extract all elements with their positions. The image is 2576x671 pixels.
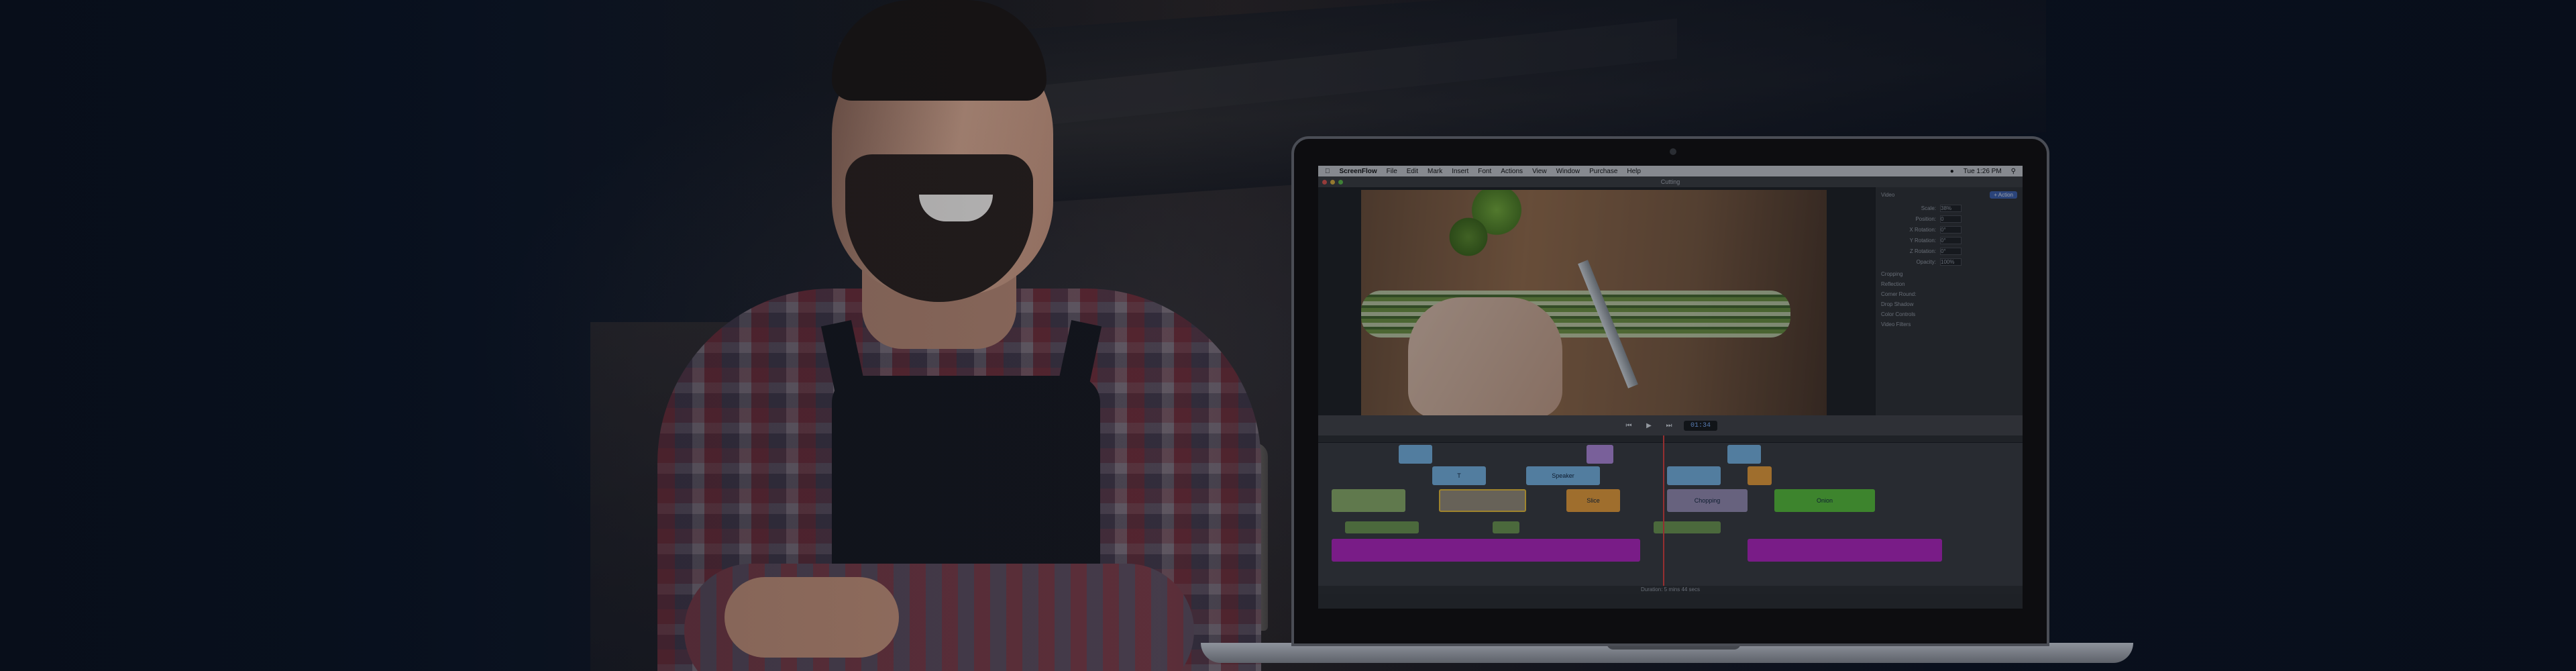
z-rotation-field[interactable]: 0° (1940, 247, 1962, 255)
inspector-panel: Video + Action Scale: 38% Position: 0 X Ro… (1875, 187, 2023, 415)
video-clip-selected[interactable] (1439, 489, 1526, 512)
row-x-rotation: X Rotation: 0° (1881, 224, 2017, 235)
timecode: 01:34 (1683, 420, 1717, 431)
app-menu[interactable]: ScreenFlow (1340, 168, 1377, 175)
track-3: Slice Chopping Onion (1332, 489, 2016, 512)
video-clip[interactable] (1332, 489, 1405, 512)
hand-on-onions (1408, 297, 1562, 418)
row-position: Position: 0 (1881, 213, 2017, 224)
z-rotation-label: Z Rotation: (1909, 248, 1936, 254)
row-scale: Scale: 38% (1881, 203, 2017, 213)
preview-canvas (1318, 187, 1875, 418)
row-y-rotation: Y Rotation: 0° (1881, 235, 2017, 246)
section-cropping[interactable]: Cropping (1881, 267, 2017, 277)
corner-round-label: Corner Round: (1881, 291, 1917, 297)
title-clip[interactable] (1667, 466, 1721, 485)
playhead[interactable] (1663, 435, 1664, 594)
menu-view[interactable]: View (1532, 168, 1547, 175)
menu-file[interactable]: File (1387, 168, 1397, 175)
menu-purchase[interactable]: Purchase (1589, 168, 1617, 175)
callout-clip[interactable] (1748, 466, 1772, 485)
document-title: Cutting (1660, 178, 1680, 185)
position-field[interactable]: 0 (1940, 215, 1962, 223)
menu-insert[interactable]: Insert (1452, 168, 1468, 175)
row-opacity: Opacity: 100% (1881, 256, 2017, 267)
video-filters-toggle[interactable]: Video Filters (1881, 317, 2017, 327)
menu-actions[interactable]: Actions (1501, 168, 1523, 175)
track-5 (1332, 539, 2016, 562)
menu-font[interactable]: Font (1478, 168, 1491, 175)
x-rotation-field[interactable]: 0° (1940, 225, 1962, 234)
slice-clip[interactable]: Slice (1566, 489, 1620, 512)
workspace: Video + Action Scale: 38% Position: 0 X Ro… (1318, 187, 2023, 418)
opacity-label: Opacity: (1916, 258, 1936, 265)
y-rotation-field[interactable]: 0° (1940, 236, 1962, 244)
inspector-header: Video + Action (1881, 191, 2017, 199)
position-label: Position: (1915, 215, 1936, 222)
audio-clip[interactable] (1345, 521, 1419, 533)
play-icon[interactable]: ▶ (1644, 421, 1654, 430)
video-frame[interactable] (1361, 190, 1827, 418)
transport-bar: ⏮ ▶ ⏭ 01:34 (1318, 415, 2023, 435)
chopping-clip[interactable]: Chopping (1667, 489, 1748, 512)
mac-menubar:  ScreenFlow File Edit Mark Insert Font … (1318, 166, 2023, 176)
clip[interactable] (1727, 445, 1761, 464)
laptop:  ScreenFlow File Edit Mark Insert Font … (1291, 136, 2049, 646)
duration-label: Duration: 5 mins 44 secs (1318, 586, 2023, 594)
camera-dot (1670, 148, 1676, 155)
title-clip[interactable]: T (1432, 466, 1486, 485)
wifi-icon[interactable]: ● (1950, 168, 1954, 175)
clip[interactable] (1587, 445, 1613, 464)
reflection-toggle[interactable]: Reflection (1881, 277, 2017, 287)
timeline[interactable]: T Speaker Slice Chopping Onion Duration:… (1318, 435, 2023, 594)
track-4 (1332, 521, 2016, 533)
add-action-button[interactable]: + Action (1990, 191, 2017, 199)
y-rotation-label: Y Rotation: (1909, 237, 1936, 244)
rewind-icon[interactable]: ⏮ (1623, 421, 1634, 430)
menu-help[interactable]: Help (1627, 168, 1641, 175)
color-controls-toggle[interactable]: Color Controls (1881, 307, 2017, 317)
row-z-rotation: Z Rotation: 0° (1881, 246, 2017, 256)
x-rotation-label: X Rotation: (1909, 226, 1936, 233)
scale-field[interactable]: 38% (1940, 204, 1962, 212)
hero-banner:  ScreenFlow File Edit Mark Insert Font … (0, 0, 2576, 671)
apple-icon[interactable]:  (1325, 168, 1330, 175)
scale-label: Scale: (1921, 205, 1936, 211)
onion-clip[interactable]: Onion (1774, 489, 1875, 512)
dark-overlay (0, 0, 2576, 671)
timeline-ruler[interactable] (1318, 435, 2023, 443)
speaker-clip[interactable]: Speaker (1526, 466, 1600, 485)
app-screen:  ScreenFlow File Edit Mark Insert Font … (1318, 166, 2023, 609)
search-icon[interactable]: ⚲ (2011, 168, 2016, 175)
track-2: T Speaker (1332, 466, 2016, 485)
section-video: Video (1881, 192, 1895, 198)
clip[interactable] (1399, 445, 1432, 464)
menu-window[interactable]: Window (1556, 168, 1580, 175)
menu-edit[interactable]: Edit (1407, 168, 1418, 175)
clock[interactable]: Tue 1:26 PM (1964, 168, 2002, 175)
opacity-field[interactable]: 100% (1940, 258, 1962, 266)
menu-mark[interactable]: Mark (1428, 168, 1442, 175)
drop-shadow-toggle[interactable]: Drop Shadow (1881, 297, 2017, 307)
window-titlebar: Cutting (1318, 176, 2023, 187)
audio-waveform-clip[interactable] (1748, 539, 1942, 562)
track-1 (1332, 445, 2016, 464)
fast-forward-icon[interactable]: ⏭ (1664, 421, 1674, 430)
audio-clip[interactable] (1493, 521, 1519, 533)
audio-waveform-clip[interactable] (1332, 539, 1640, 562)
